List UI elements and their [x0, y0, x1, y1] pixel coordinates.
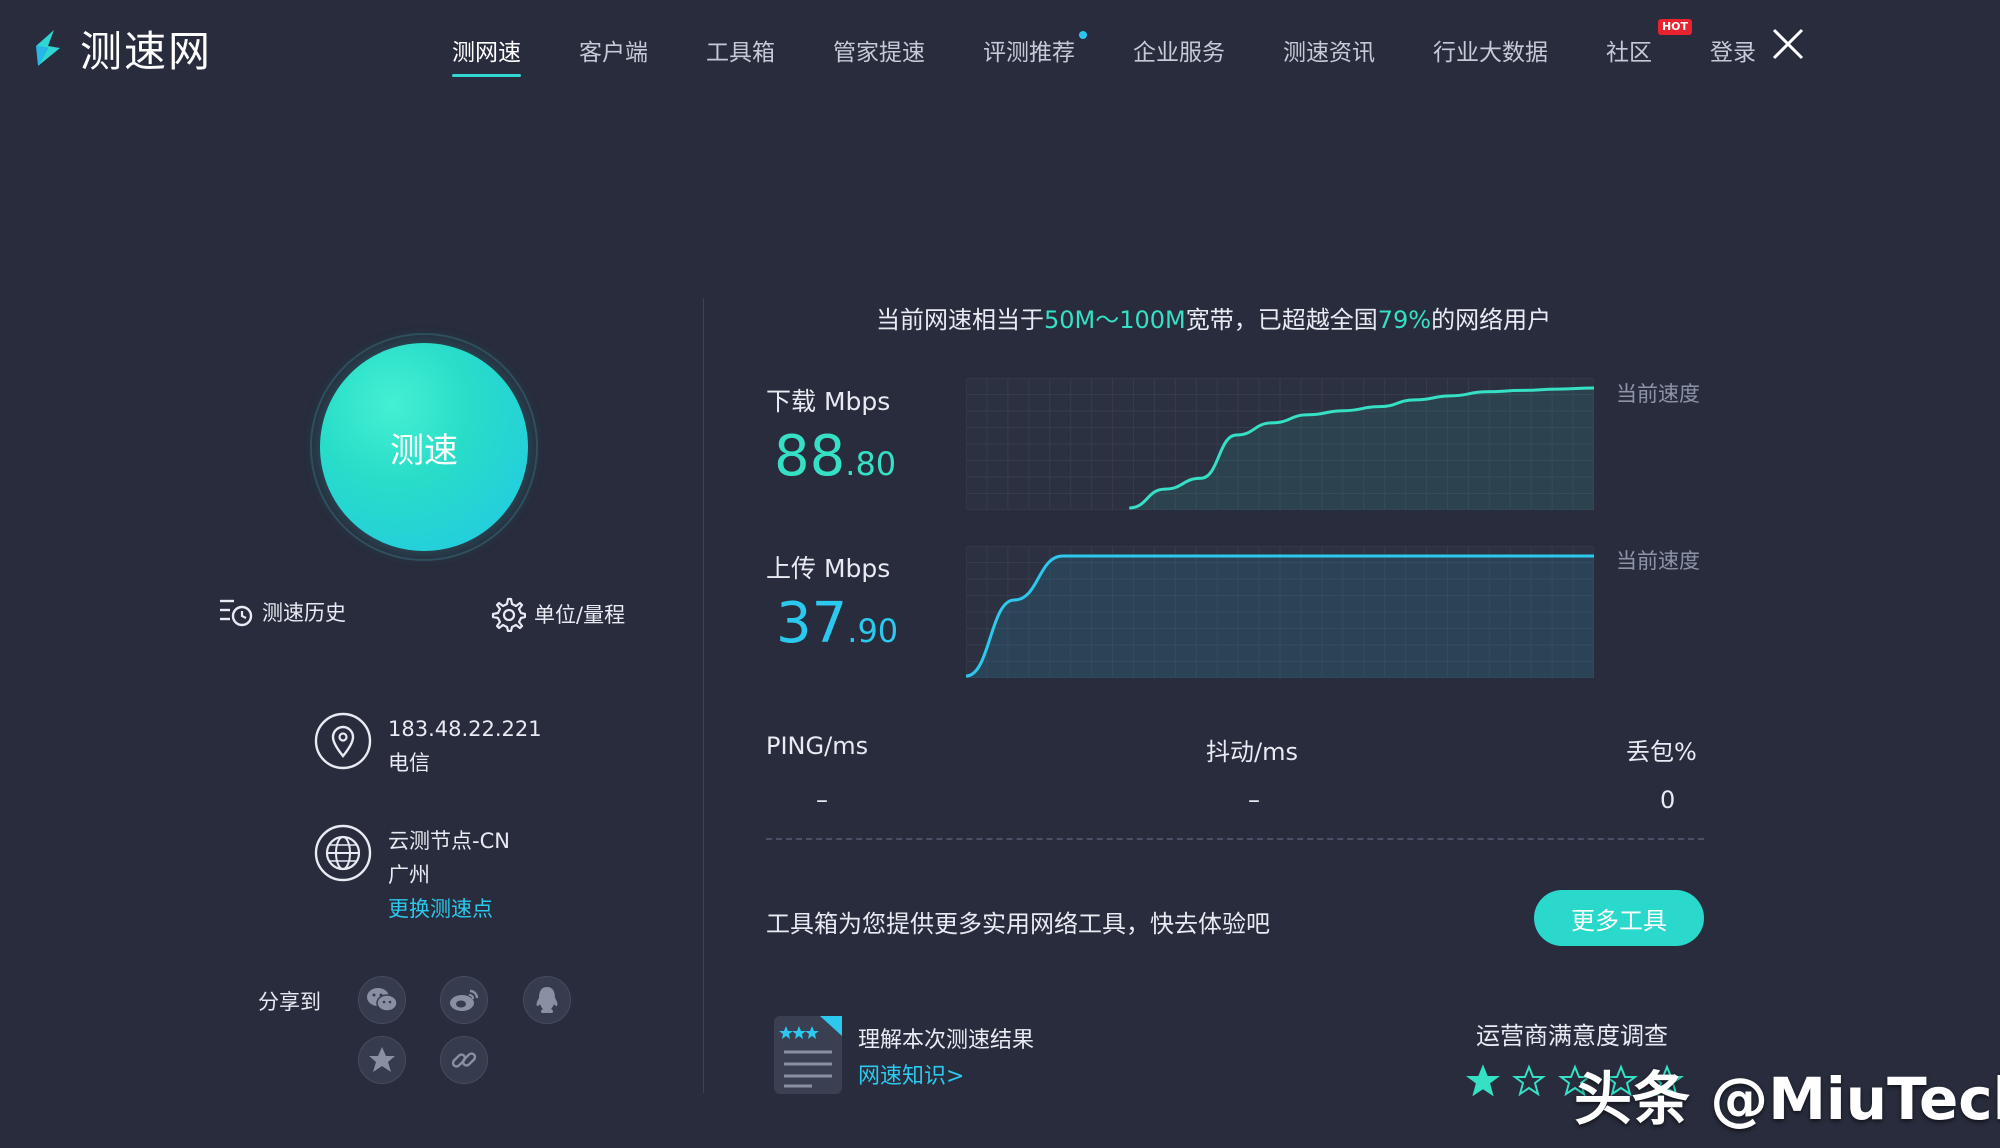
speed-summary: 当前网速相当于50M～100M宽带，已超越全国79%的网络用户: [876, 306, 1552, 334]
isp-name: 电信: [388, 751, 430, 775]
share-label: 分享到: [258, 990, 321, 1014]
new-dot: [1079, 31, 1087, 39]
ping-value: –: [816, 786, 828, 814]
ping-label: PING/ms: [766, 732, 869, 760]
change-node-link[interactable]: 更换测速点: [388, 892, 510, 926]
nav-login[interactable]: 登录: [1710, 33, 1756, 67]
node-info: 云测节点-CN 广州 更换测速点: [314, 824, 510, 926]
nav-speedtest[interactable]: 测网速: [452, 33, 521, 77]
document-icon: [774, 1016, 842, 1094]
nav-butler-boost[interactable]: 管家提速: [833, 33, 925, 67]
units-button[interactable]: 单位/量程: [490, 596, 625, 632]
ip-info: 183.48.22.221 电信: [314, 712, 542, 780]
link-icon: [451, 1052, 477, 1068]
wechat-icon: [367, 988, 398, 1012]
main-nav: 测网速 客户端 工具箱 管家提速 评测推荐 企业服务 测速资讯 行业大数据 社区…: [452, 18, 1814, 82]
panel-divider: [703, 298, 704, 1093]
download-current-label: 当前速度: [1616, 382, 1700, 406]
location-icon: [314, 712, 372, 770]
upload-value: 37.90: [776, 591, 899, 656]
jitter-label: 抖动/ms: [1206, 738, 1298, 766]
node-city: 广州: [388, 863, 430, 887]
stats-divider: [766, 838, 1704, 840]
units-label: 单位/量程: [534, 603, 626, 627]
logo-icon: [36, 29, 60, 66]
logo-text: 测速网: [80, 27, 213, 76]
gear-icon: [491, 597, 526, 632]
upload-label: 上传 Mbps: [766, 554, 891, 583]
globe-icon: [314, 824, 372, 882]
packet-loss-value: 0: [1660, 786, 1676, 814]
qzone-star-icon: [369, 1047, 395, 1072]
share-weibo-button[interactable]: [440, 976, 488, 1024]
history-icon: [220, 599, 253, 627]
start-test-button[interactable]: 测速: [320, 343, 528, 551]
knowledge-link[interactable]: 网速知识>: [858, 1058, 964, 1090]
history-button[interactable]: 测速历史: [218, 596, 346, 628]
bandwidth-range: 50M～100M: [1044, 306, 1186, 334]
history-label: 测速历史: [262, 601, 346, 625]
download-value: 88.80: [774, 424, 897, 489]
share-wechat-button[interactable]: [358, 976, 406, 1024]
nav-community[interactable]: 社区 HOT: [1606, 19, 1692, 67]
logo[interactable]: 测速网: [24, 18, 212, 79]
download-chart: [966, 378, 1594, 510]
share-qzone-button[interactable]: [358, 1036, 406, 1084]
more-tools-button[interactable]: 更多工具: [1534, 890, 1704, 946]
knowledge-title: 理解本次测速结果: [858, 1028, 1035, 1053]
weibo-icon: [450, 989, 479, 1011]
upload-current-label: 当前速度: [1616, 549, 1700, 573]
jitter-value: –: [1248, 786, 1260, 814]
tools-promo-text: 工具箱为您提供更多实用网络工具，快去体验吧: [766, 910, 1270, 938]
nav-toolbox[interactable]: 工具箱: [706, 33, 775, 67]
node-name: 云测节点-CN: [388, 829, 510, 853]
survey-title: 运营商满意度调查: [1476, 1022, 1668, 1050]
share-qq-button[interactable]: [523, 976, 571, 1024]
upload-chart-area: [966, 556, 1594, 678]
close-icon[interactable]: [1768, 24, 1808, 64]
upload-chart: [966, 546, 1594, 678]
copy-link-button[interactable]: [440, 1036, 488, 1084]
qq-icon: [536, 987, 558, 1013]
nav-news[interactable]: 测速资讯: [1283, 33, 1375, 67]
ip-address: 183.48.22.221: [388, 717, 542, 741]
nav-client[interactable]: 客户端: [579, 33, 648, 67]
watermark: 头条 @MiuTech: [1574, 1065, 2000, 1133]
download-label: 下载 Mbps: [766, 387, 891, 416]
rating-star-icon[interactable]: [1512, 1064, 1546, 1098]
nav-enterprise[interactable]: 企业服务: [1133, 33, 1225, 67]
nav-reviews[interactable]: 评测推荐: [983, 31, 1087, 67]
nav-big-data[interactable]: 行业大数据: [1433, 33, 1548, 67]
hot-badge: HOT: [1657, 19, 1692, 35]
rating-star-icon[interactable]: [1466, 1064, 1500, 1098]
packet-loss-label: 丢包%: [1626, 738, 1697, 766]
percentile: 79%: [1377, 306, 1432, 334]
